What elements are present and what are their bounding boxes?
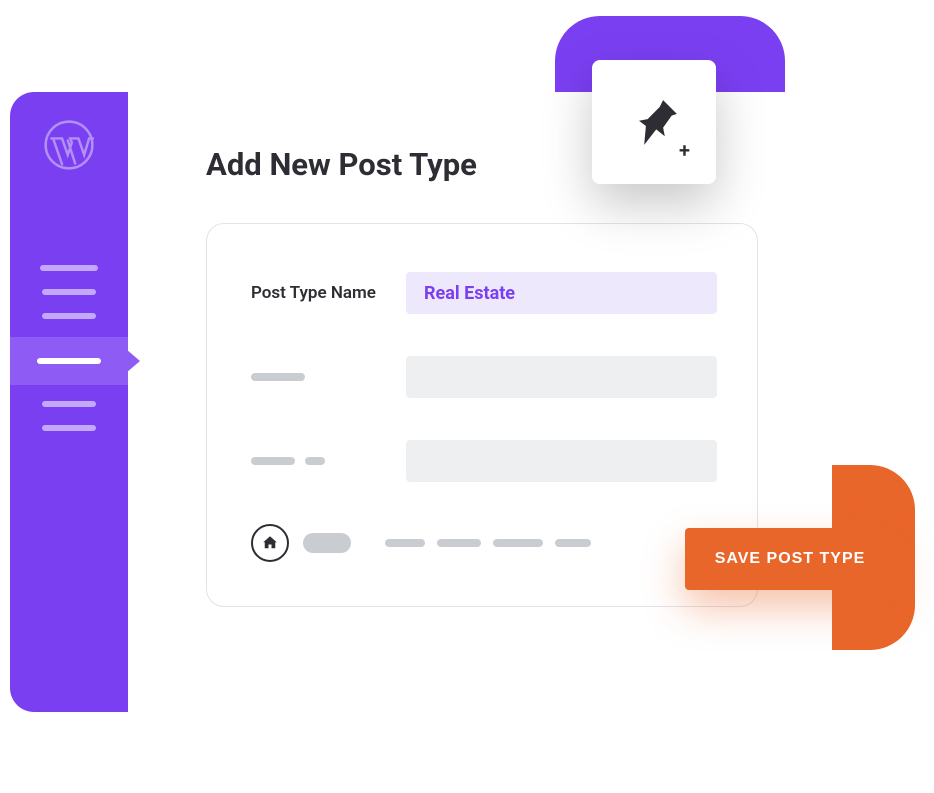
save-post-type-button[interactable]: SAVE POST TYPE	[685, 528, 895, 590]
sidebar-menu-item[interactable]	[42, 401, 96, 407]
sidebar-menu-item[interactable]	[42, 313, 96, 319]
form-row-post-type-name: Post Type Name Real Estate	[251, 272, 717, 314]
post-type-name-value: Real Estate	[424, 283, 515, 304]
sidebar-menu-item[interactable]	[42, 289, 96, 295]
field-label-placeholder	[251, 457, 406, 465]
form-card: Post Type Name Real Estate	[206, 223, 758, 607]
pin-icon	[627, 95, 682, 150]
app-window: Add New Post Type Post Type Name Real Es…	[10, 92, 832, 712]
post-type-icon-card: +	[592, 60, 716, 184]
post-type-name-label: Post Type Name	[251, 283, 406, 303]
form-row-placeholder	[251, 356, 717, 398]
option-dashes-placeholder	[385, 539, 591, 547]
form-bottom-row	[251, 524, 717, 562]
option-pill-placeholder	[303, 533, 351, 553]
wordpress-logo-icon	[44, 120, 94, 170]
field-label-placeholder	[251, 373, 406, 381]
main-content: Add New Post Type Post Type Name Real Es…	[128, 92, 832, 712]
form-row-placeholder	[251, 440, 717, 482]
sidebar-menu-item[interactable]	[40, 265, 98, 271]
post-type-name-input[interactable]: Real Estate	[406, 272, 717, 314]
sidebar-menu-item[interactable]	[42, 425, 96, 431]
sidebar	[10, 92, 128, 712]
active-indicator-arrow	[126, 349, 140, 373]
text-input-placeholder[interactable]	[406, 440, 717, 482]
plus-icon: +	[679, 138, 690, 162]
text-input-placeholder[interactable]	[406, 356, 717, 398]
sidebar-menu-item-active[interactable]	[10, 337, 128, 385]
home-icon-button[interactable]	[251, 524, 289, 562]
home-icon	[261, 534, 279, 552]
